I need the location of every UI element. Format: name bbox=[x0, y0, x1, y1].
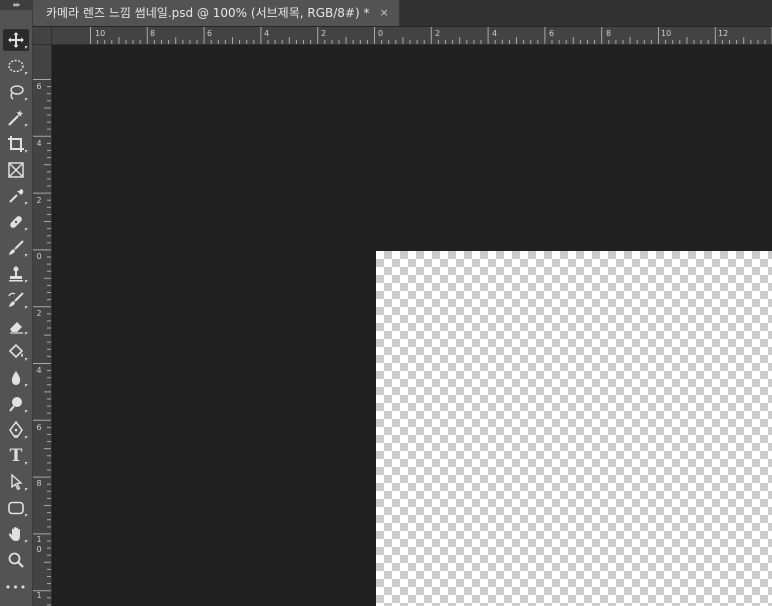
tool-group-indicator bbox=[25, 124, 28, 127]
collapse-toolbar-button[interactable]: ▸▸ bbox=[0, 0, 33, 10]
ruler-label: 8 bbox=[36, 479, 42, 488]
ruler-label: 2 bbox=[435, 29, 441, 38]
ruler-label: 6 bbox=[36, 82, 42, 91]
move-icon bbox=[8, 32, 24, 48]
tool-group-indicator bbox=[25, 462, 28, 465]
ruler-label: 1 bbox=[36, 591, 42, 600]
paint-bucket-tool-button[interactable] bbox=[3, 341, 29, 363]
ruler-label: 10 bbox=[661, 29, 672, 38]
close-tab-icon[interactable]: × bbox=[379, 0, 388, 26]
tool-group-indicator bbox=[25, 384, 28, 387]
horizontal-ruler[interactable]: 10 8 6 4 2 0 2 4 6 8 10 12 bbox=[52, 27, 772, 45]
ruler-origin[interactable] bbox=[33, 27, 52, 45]
dodge-tool-button[interactable] bbox=[3, 393, 29, 415]
tool-group-indicator bbox=[25, 514, 28, 517]
ruler-label: 2 bbox=[36, 309, 42, 318]
ellipse-marquee-icon bbox=[8, 59, 24, 73]
paint-bucket-icon bbox=[8, 343, 24, 359]
crop-icon bbox=[8, 136, 24, 152]
dodge-icon bbox=[9, 397, 22, 412]
blur-tool-button[interactable] bbox=[3, 367, 29, 389]
tool-group-indicator bbox=[25, 358, 28, 361]
ruler-label: 8 bbox=[606, 29, 612, 38]
frame-tool-button[interactable] bbox=[3, 159, 29, 181]
magic-wand-icon bbox=[8, 110, 24, 126]
history-brush-tool-button[interactable] bbox=[3, 289, 29, 311]
ruler-label: 4 bbox=[492, 29, 498, 38]
tool-group-indicator bbox=[25, 280, 28, 283]
ruler-label: 2 bbox=[36, 196, 42, 205]
photoshop-window: ▸▸ T ••• 카메라 렌즈 느낌 썸네일.psd @ 100% (서브제목,… bbox=[0, 0, 772, 606]
tool-group-indicator bbox=[25, 488, 28, 491]
ellipsis-icon: ••• bbox=[4, 580, 28, 594]
tool-group-indicator bbox=[25, 46, 28, 49]
ruler-label: 6 bbox=[549, 29, 555, 38]
tool-group-indicator bbox=[25, 254, 28, 257]
tool-group-indicator bbox=[25, 98, 28, 101]
ruler-label: 4 bbox=[36, 366, 42, 375]
ruler-label: 12 bbox=[718, 29, 729, 38]
magnifier-icon bbox=[8, 552, 24, 568]
tool-group-indicator bbox=[25, 306, 28, 309]
document-tab[interactable]: 카메라 렌즈 느낌 썸네일.psd @ 100% (서브제목, RGB/8#) … bbox=[33, 0, 400, 26]
more-tools-button[interactable]: ••• bbox=[3, 576, 29, 598]
stamp-icon bbox=[9, 266, 23, 282]
move-tool-button[interactable] bbox=[3, 29, 29, 51]
rounded-rect-icon bbox=[8, 501, 24, 515]
lasso-tool-button[interactable] bbox=[3, 81, 29, 103]
tool-group-indicator bbox=[25, 332, 28, 335]
ruler-label: 10 bbox=[95, 29, 106, 38]
brush-icon bbox=[9, 240, 24, 255]
rectangle-tool-button[interactable] bbox=[3, 497, 29, 519]
path-selection-tool-button[interactable] bbox=[3, 471, 29, 493]
tool-group-indicator bbox=[25, 228, 28, 231]
tool-group-indicator bbox=[25, 410, 28, 413]
type-tool-button[interactable]: T bbox=[3, 445, 29, 467]
vertical-ruler[interactable]: 6 4 2 0 2 4 6 8 1 0 1 bbox=[33, 45, 52, 606]
magic-wand-tool-button[interactable] bbox=[3, 107, 29, 129]
hand-tool-button[interactable] bbox=[3, 523, 29, 545]
frame-icon bbox=[8, 162, 24, 178]
eraser-tool-button[interactable] bbox=[3, 315, 29, 337]
type-icon: T bbox=[9, 446, 23, 466]
eyedropper-icon bbox=[9, 189, 24, 203]
crop-tool-button[interactable] bbox=[3, 133, 29, 155]
drop-icon bbox=[11, 371, 21, 385]
tool-group-indicator bbox=[25, 150, 28, 153]
ruler-label: 6 bbox=[207, 29, 213, 38]
tool-group-indicator bbox=[25, 540, 28, 543]
brush-tool-button[interactable] bbox=[3, 237, 29, 259]
ruler-label: 8 bbox=[150, 29, 156, 38]
hand-icon bbox=[8, 527, 20, 541]
arrow-icon bbox=[11, 473, 23, 491]
tool-group-indicator bbox=[25, 72, 28, 75]
ruler-label: 0 bbox=[378, 29, 384, 38]
eyedropper-tool-button[interactable] bbox=[3, 185, 29, 207]
zoom-tool-button[interactable] bbox=[3, 549, 29, 571]
ruler-label: 2 bbox=[321, 29, 327, 38]
transparent-document-canvas[interactable] bbox=[376, 251, 772, 606]
tool-group-indicator bbox=[25, 436, 28, 439]
clone-stamp-tool-button[interactable] bbox=[3, 263, 29, 285]
eraser-icon bbox=[10, 322, 23, 334]
tools-panel: ▸▸ T ••• bbox=[0, 0, 33, 606]
ruler-label: 4 bbox=[264, 29, 270, 38]
pen-icon bbox=[9, 421, 23, 438]
document-tab-title: 카메라 렌즈 느낌 썸네일.psd @ 100% (서브제목, RGB/8#) … bbox=[46, 6, 370, 20]
bandage-icon bbox=[10, 216, 22, 228]
ruler-label: 4 bbox=[36, 139, 42, 148]
history-brush-icon bbox=[8, 292, 24, 307]
elliptical-marquee-tool-button[interactable] bbox=[3, 55, 29, 77]
document-tab-bar: 카메라 렌즈 느낌 썸네일.psd @ 100% (서브제목, RGB/8#) … bbox=[33, 0, 772, 27]
tool-group-indicator bbox=[25, 202, 28, 205]
healing-brush-tool-button[interactable] bbox=[3, 211, 29, 233]
ruler-label: 6 bbox=[36, 423, 42, 432]
ruler-label: 0 bbox=[36, 252, 42, 261]
vertical-ruler-ticks bbox=[33, 79, 51, 606]
ruler-label: 1 0 bbox=[36, 535, 42, 554]
lasso-icon bbox=[10, 85, 24, 100]
pen-tool-button[interactable] bbox=[3, 419, 29, 441]
pasteboard[interactable] bbox=[52, 45, 772, 606]
